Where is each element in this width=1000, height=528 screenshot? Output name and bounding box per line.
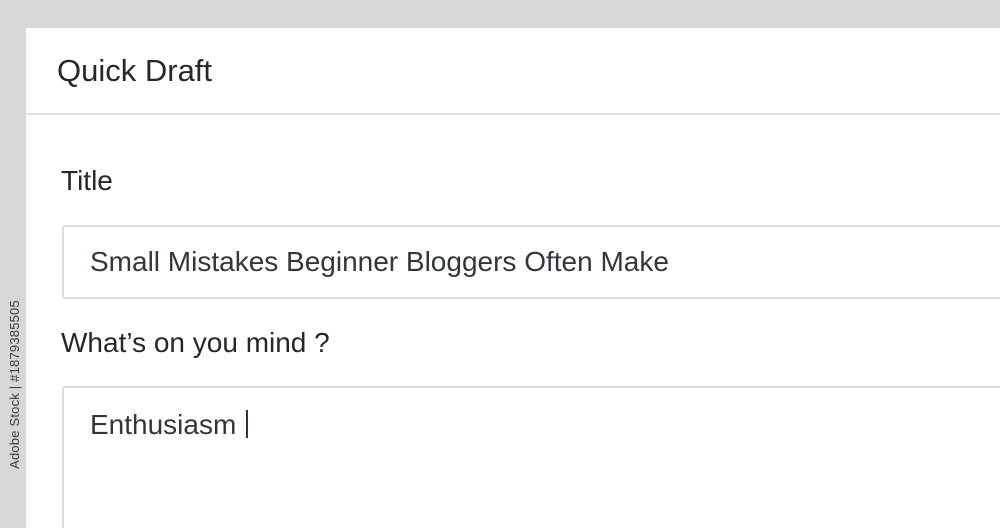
title-label: Title bbox=[61, 165, 113, 196]
widget-title: Quick Draft bbox=[57, 53, 213, 88]
screenshot-stage: Adobe Stock | #187938550​5 Quick Draft T… bbox=[0, 0, 1000, 528]
content-text: Enthusiasm bbox=[90, 408, 249, 442]
text-caret bbox=[246, 410, 249, 438]
side-strip: Adobe Stock | #187938550​5 bbox=[0, 0, 26, 528]
content-value: Enthusiasm bbox=[90, 409, 245, 440]
content-label: What’s on you mind ? bbox=[61, 327, 330, 358]
title-input[interactable] bbox=[62, 225, 1000, 299]
stock-watermark: Adobe Stock | #187938550​5 bbox=[6, 254, 22, 514]
stock-watermark-text: Adobe Stock | #187938550​5 bbox=[6, 299, 22, 469]
content-textarea[interactable]: Enthusiasm bbox=[62, 386, 1000, 528]
widget-header: Quick Draft bbox=[26, 28, 1000, 115]
